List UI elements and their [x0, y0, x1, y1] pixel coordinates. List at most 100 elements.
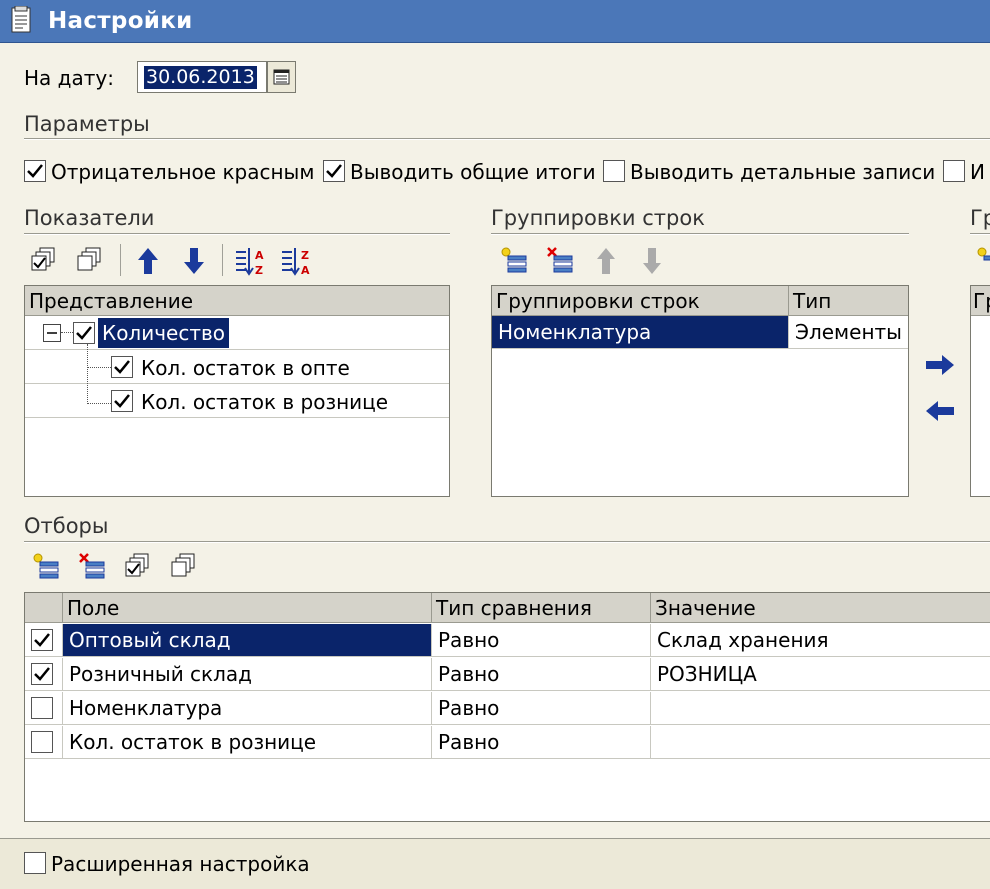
grouping-cell-name[interactable]: Номенклатура	[492, 316, 789, 349]
check-all-filters-icon[interactable]	[124, 552, 152, 582]
checkmark-icon	[326, 164, 342, 178]
tree-line	[61, 332, 73, 333]
svg-text:Z: Z	[255, 264, 263, 277]
arrow-left-icon[interactable]	[924, 398, 956, 424]
window-title: Настройки	[48, 8, 193, 34]
param-checkbox-negative-red[interactable]	[24, 160, 46, 182]
filters-title: Отборы	[24, 514, 109, 538]
indicator-checkbox-wholesale[interactable]	[111, 356, 133, 378]
advanced-settings-label[interactable]: Расширенная настройка	[51, 852, 310, 876]
grouping-cols-table[interactable]: Гру	[970, 285, 990, 497]
checkmark-icon	[34, 633, 50, 647]
delete-filter-icon[interactable]	[78, 552, 106, 582]
advanced-settings-checkbox[interactable]	[24, 852, 46, 874]
add-row-icon[interactable]	[500, 246, 528, 276]
column-header-grouping[interactable]: Группировки строк	[492, 286, 789, 316]
column-header-value[interactable]: Значение	[651, 593, 990, 623]
indicators-tree[interactable]: Представление Количество Кол. остаток в …	[24, 285, 450, 497]
checkmark-icon	[34, 667, 50, 681]
filter-checkbox-retail-qty[interactable]	[31, 731, 53, 753]
filter-check-cell[interactable]	[25, 658, 63, 691]
filter-check-cell[interactable]	[25, 624, 63, 657]
add-filter-icon[interactable]	[32, 552, 60, 582]
delete-row-icon[interactable]	[546, 246, 574, 276]
move-up-disabled-icon[interactable]	[592, 246, 620, 276]
date-input[interactable]: 30.06.2013	[137, 61, 267, 93]
date-value: 30.06.2013	[144, 66, 257, 89]
indicator-checkbox-quantity[interactable]	[73, 322, 95, 344]
filters-header: Поле Тип сравнения Значение	[25, 593, 990, 623]
sort-asc-icon[interactable]: A Z	[234, 246, 264, 277]
filter-compare-cell[interactable]: Равно	[432, 726, 651, 759]
param-label-detail[interactable]: Выводить детальные записи	[630, 160, 935, 184]
column-header-type[interactable]: Тип	[789, 286, 908, 316]
param-checkbox-total[interactable]	[323, 160, 345, 182]
toolbar-separator	[222, 244, 223, 276]
filter-compare-cell[interactable]: Равно	[432, 692, 651, 725]
move-down-icon[interactable]	[180, 246, 208, 276]
window-titlebar: Настройки	[0, 0, 990, 43]
filter-value-cell[interactable]: РОЗНИЦА	[651, 658, 990, 691]
grouping-divider	[491, 233, 909, 235]
column-header-presentation[interactable]: Представление	[25, 286, 449, 316]
checkmark-icon	[114, 360, 130, 374]
param-label-total[interactable]: Выводить общие итоги	[350, 160, 596, 184]
add-column-icon[interactable]	[976, 246, 990, 276]
grouping-cols-header[interactable]: Гру	[971, 286, 990, 316]
filters-table[interactable]: Поле Тип сравнения Значение Оптовый скла…	[24, 592, 990, 822]
filter-check-cell[interactable]	[25, 692, 63, 725]
indicators-title: Показатели	[24, 206, 155, 230]
move-down-disabled-icon[interactable]	[638, 246, 666, 276]
toolbar-separator	[120, 244, 121, 276]
filter-compare-cell[interactable]: Равно	[432, 658, 651, 691]
column-header-check[interactable]	[25, 593, 63, 623]
params-divider-left	[24, 138, 150, 140]
uncheck-all-icon[interactable]	[76, 246, 104, 276]
filter-field-cell[interactable]: Розничный склад	[63, 658, 432, 691]
checkmark-icon	[27, 164, 43, 178]
filter-checkbox-retail[interactable]	[31, 663, 53, 685]
params-title: Параметры	[24, 112, 150, 136]
grouping-cols-title: Гр	[970, 206, 990, 230]
filter-value-cell[interactable]	[651, 692, 990, 725]
indicator-label-quantity[interactable]: Количество	[98, 318, 230, 348]
filter-value-cell[interactable]	[651, 726, 990, 759]
param-checkbox-detail[interactable]	[603, 160, 625, 182]
indicator-checkbox-retail[interactable]	[111, 390, 133, 412]
filter-checkbox-wholesale[interactable]	[31, 629, 53, 651]
filter-value-cell[interactable]: Склад хранения	[651, 624, 990, 657]
grouping-table[interactable]: Группировки строк Тип Номенклатура Элеме…	[491, 285, 909, 497]
move-up-icon[interactable]	[134, 246, 162, 276]
calendar-button[interactable]	[267, 61, 296, 93]
filter-check-cell[interactable]	[25, 726, 63, 759]
arrow-right-icon[interactable]	[924, 352, 956, 378]
sort-desc-icon[interactable]: Z A	[280, 246, 310, 277]
filter-field-cell[interactable]: Оптовый склад	[63, 624, 432, 657]
filter-checkbox-nomenclature[interactable]	[31, 697, 53, 719]
indicator-label-wholesale[interactable]: Кол. остаток в опте	[141, 356, 350, 380]
checkmark-icon	[114, 394, 130, 408]
date-label: На дату:	[24, 66, 114, 90]
param-checkbox-4[interactable]	[943, 160, 965, 182]
grouping-cell-type[interactable]: Элементы	[789, 316, 908, 349]
collapse-toggle[interactable]	[43, 324, 61, 342]
filter-compare-cell[interactable]: Равно	[432, 624, 651, 657]
grouping-header: Группировки строк Тип	[492, 286, 908, 316]
svg-text:A: A	[255, 249, 264, 262]
svg-text:A: A	[301, 264, 310, 277]
filter-field-cell[interactable]: Номенклатура	[63, 692, 432, 725]
param-label-negative-red[interactable]: Отрицательное красным	[51, 160, 314, 184]
tree-line	[87, 344, 88, 404]
checkmark-icon	[76, 326, 92, 340]
uncheck-all-filters-icon[interactable]	[170, 552, 198, 582]
param-label-4[interactable]: И	[970, 160, 985, 184]
column-header-compare[interactable]: Тип сравнения	[432, 593, 651, 623]
grouping-cols-divider	[970, 233, 990, 235]
settings-document-icon	[8, 5, 34, 34]
filter-field-cell[interactable]: Кол. остаток в рознице	[63, 726, 432, 759]
indicator-label-retail[interactable]: Кол. остаток в рознице	[141, 390, 388, 414]
tree-line	[87, 403, 111, 404]
column-header-field[interactable]: Поле	[63, 593, 432, 623]
check-all-icon[interactable]	[30, 246, 58, 276]
svg-text:Z: Z	[301, 249, 309, 262]
